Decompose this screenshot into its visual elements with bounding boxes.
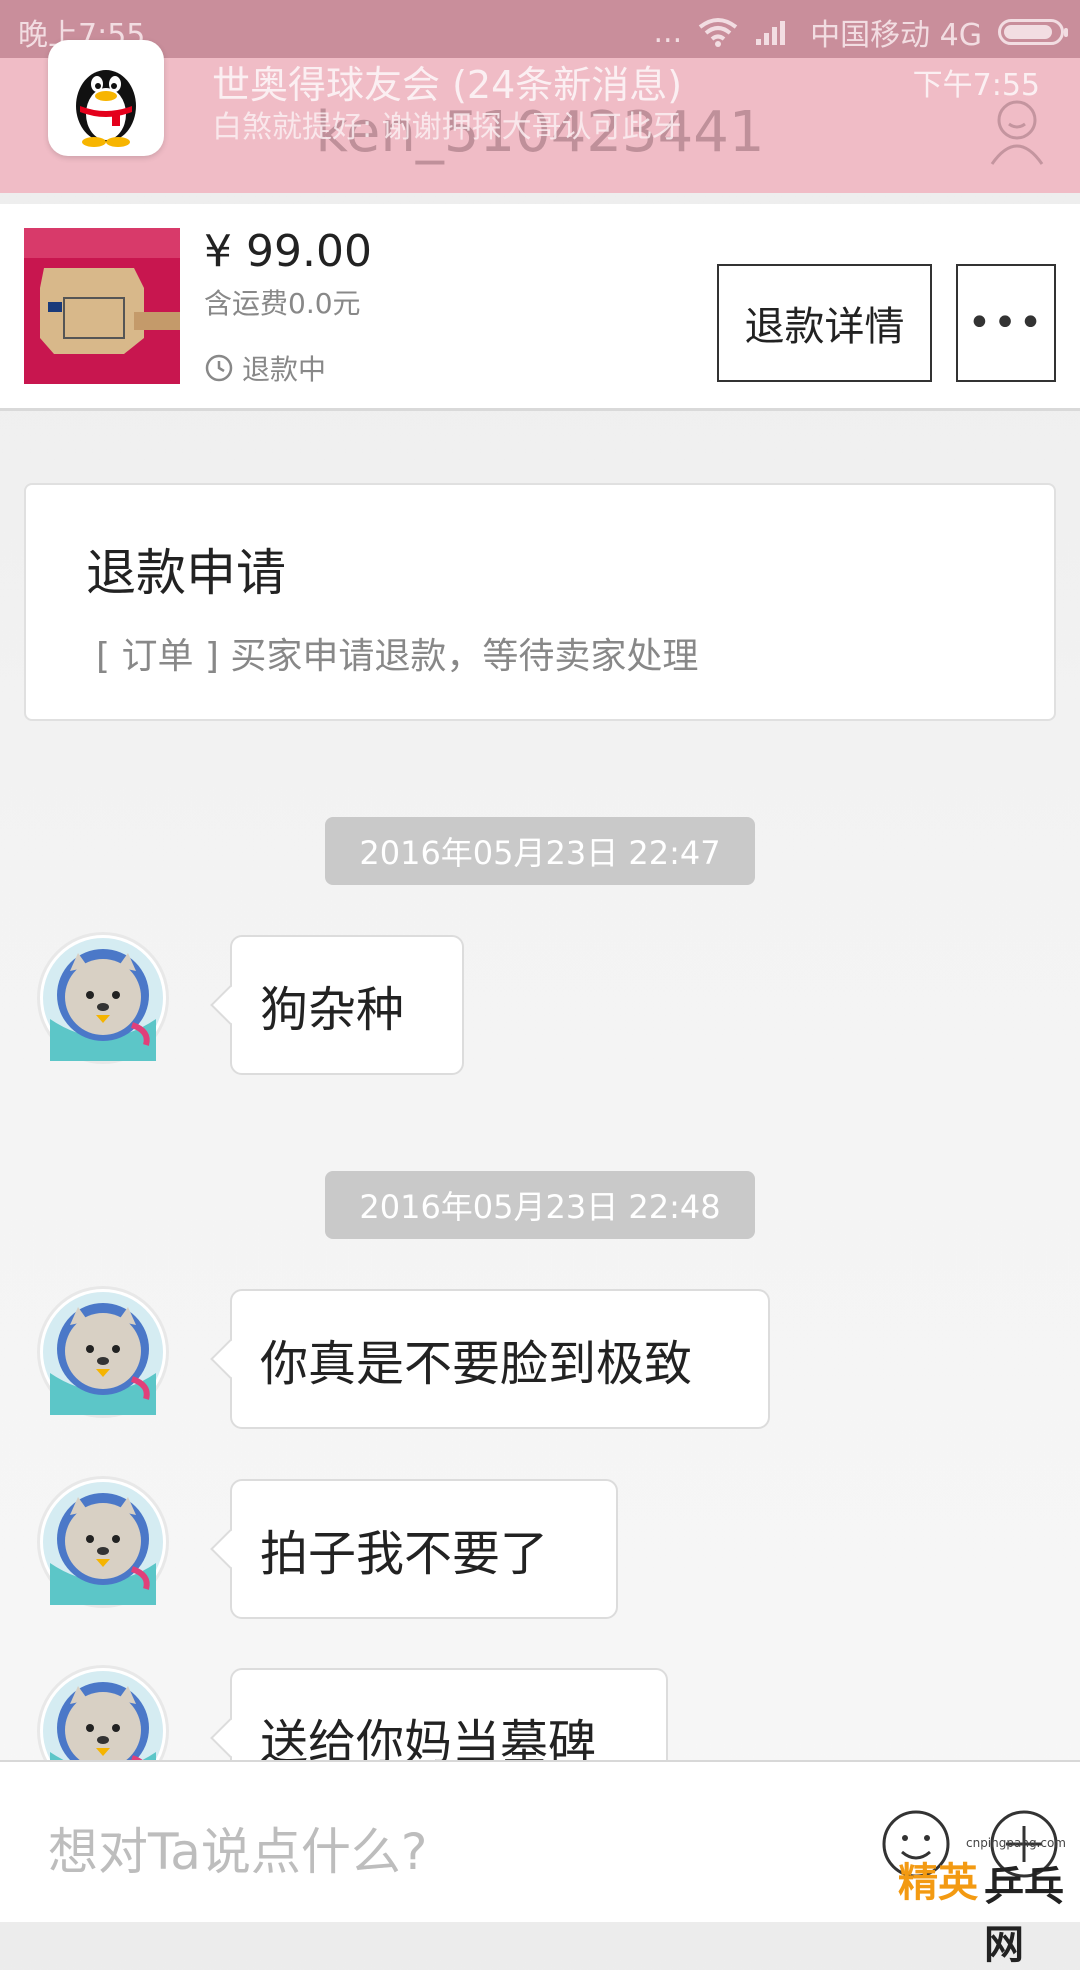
chat-message: 狗杂种 <box>0 935 1080 1075</box>
battery-icon <box>998 19 1068 45</box>
message-bubble[interactable]: 狗杂种 <box>230 935 464 1075</box>
shipping-fee: 含运费0.0元 <box>204 287 361 320</box>
watermark-url: cnpingpang.com <box>965 1836 1066 1850</box>
clock-icon <box>205 354 233 382</box>
watermark-brand-b: 乒乓网 <box>984 1864 1064 1968</box>
status-right: ... 中国移动 4G <box>653 10 1068 54</box>
order-product-bar: ¥ 99.00 含运费0.0元 退款中 退款详情 ••• <box>0 204 1080 411</box>
more-dots-icon: ... <box>653 14 683 50</box>
chat-message: 拍子我不要了 <box>0 1479 1080 1619</box>
product-thumbnail[interactable] <box>24 228 180 384</box>
notification-time: 下午7:55 <box>912 68 1040 103</box>
signal-icon <box>756 21 786 45</box>
chat-timestamp: 2016年05月23日 22:47 <box>325 817 755 885</box>
watermark-brand-a: 精英 <box>898 1860 978 1906</box>
refund-detail-button[interactable]: 退款详情 <box>717 264 932 382</box>
more-options-button[interactable]: ••• <box>956 264 1056 382</box>
chat-message: 你真是不要脸到极致 <box>0 1289 1080 1429</box>
notification-banner[interactable]: ken_510423441 ‹ 世奥得球友会 (24条新消息) 白煞就提好: 谢… <box>0 40 1080 193</box>
refund-card-title: 退款申请 <box>86 544 286 602</box>
message-bubble[interactable]: 拍子我不要了 <box>230 1479 618 1619</box>
avatar[interactable] <box>40 1479 166 1605</box>
qq-logo-icon <box>48 40 164 156</box>
person-icon[interactable] <box>988 98 1046 166</box>
refund-status: 退款中 <box>204 348 326 388</box>
notification-text: 白煞就提好: 谢谢押探大哥认可此牙 <box>212 110 682 145</box>
site-watermark: cnpingpang.com 精英 乒乓网 <box>898 1836 1070 1968</box>
product-price: ¥ 99.00 <box>204 226 372 277</box>
message-bubble[interactable]: 你真是不要脸到极致 <box>230 1289 770 1429</box>
refund-card-description: [ 订单 ] 买家申请退款，等待卖家处理 <box>96 636 699 677</box>
refund-status-label: 退款中 <box>242 353 327 386</box>
avatar[interactable] <box>40 1289 166 1415</box>
avatar[interactable] <box>40 935 166 1061</box>
wifi-icon <box>698 18 738 47</box>
refund-request-card[interactable]: 退款申请 [ 订单 ] 买家申请退款，等待卖家处理 <box>24 483 1056 721</box>
message-input[interactable]: 想对Ta说点什么? <box>48 1812 427 1884</box>
chat-timestamp: 2016年05月23日 22:48 <box>325 1171 755 1239</box>
carrier-label: 中国移动 4G <box>810 18 982 53</box>
notification-title: 世奥得球友会 (24条新消息) <box>212 63 683 107</box>
